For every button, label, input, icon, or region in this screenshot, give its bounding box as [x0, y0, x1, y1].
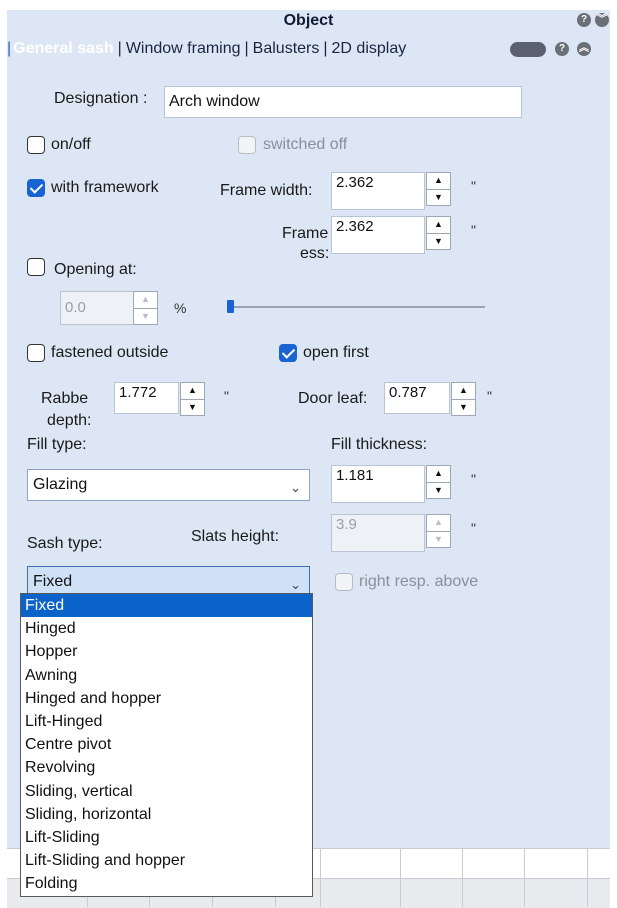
fill-type-label: Fill type:	[27, 436, 87, 453]
with-framework-label: with framework	[51, 179, 159, 196]
spin-down-icon[interactable]: ▼	[134, 309, 157, 325]
rabbet-depth-unit: "	[224, 388, 229, 404]
open-first-checkbox[interactable]	[279, 344, 297, 362]
fill-thickness-spinner[interactable]: ▲ ▼	[426, 465, 451, 499]
opening-at-label: Opening at:	[54, 261, 137, 278]
on-off-label: on/off	[51, 136, 91, 153]
frame-thickness-input[interactable]: 2.362	[331, 216, 425, 254]
frame-width-input[interactable]: 2.362	[331, 172, 425, 210]
frame-width-spinner[interactable]: ▲ ▼	[426, 172, 451, 206]
spin-down-icon[interactable]: ▼	[452, 400, 475, 416]
tab-window-framing[interactable]: Window framing	[126, 36, 241, 62]
sash-option-sliding-horizontal[interactable]: Sliding, horizontal	[21, 803, 312, 826]
frame-thickness-label: Frame	[282, 225, 329, 242]
sash-type-label: Sash type:	[27, 535, 103, 552]
chevron-down-icon: ⌄	[290, 480, 301, 495]
sash-type-dropdown: Fixed Hinged Hopper Awning Hinged and ho…	[20, 593, 313, 897]
spin-up-icon[interactable]: ▲	[427, 515, 450, 532]
rabbet-depth-spinner[interactable]: ▲ ▼	[180, 382, 205, 416]
fastened-outside-checkbox[interactable]	[27, 344, 45, 362]
spin-up-icon[interactable]: ▲	[134, 292, 157, 309]
open-first-label: open first	[303, 344, 369, 361]
switched-off-label: switched off	[263, 136, 348, 153]
fill-type-select[interactable]: Glazing ⌄	[27, 469, 310, 501]
frame-thickness-spinner[interactable]: ▲ ▼	[426, 216, 451, 250]
switched-off-checkbox[interactable]	[238, 136, 256, 154]
right-resp-above-label: right resp. above	[359, 573, 479, 590]
spin-down-icon[interactable]: ▼	[427, 483, 450, 499]
sash-option-hinged[interactable]: Hinged	[21, 617, 312, 640]
tab-2d-display[interactable]: 2D display	[332, 36, 407, 62]
opening-slider-thumb[interactable]	[227, 300, 234, 313]
sash-option-centre-pivot[interactable]: Centre pivot	[21, 733, 312, 756]
opening-percent-unit: %	[174, 300, 187, 316]
spin-up-icon[interactable]: ▲	[181, 383, 204, 400]
sash-type-value: Fixed	[33, 573, 73, 590]
designation-input[interactable]: Arch window	[164, 86, 522, 118]
sash-option-fixed[interactable]: Fixed	[21, 594, 312, 618]
frame-thickness-label-2: ess:	[300, 245, 330, 262]
opening-value-input[interactable]: 0.0	[60, 291, 134, 325]
spin-up-icon[interactable]: ▲	[452, 383, 475, 400]
rabbet-depth-label-2: depth:	[47, 412, 92, 429]
door-leaf-unit: "	[487, 388, 492, 404]
door-leaf-spinner[interactable]: ▲ ▼	[451, 382, 476, 416]
frame-thickness-unit: "	[471, 222, 476, 238]
sash-option-lift-sliding[interactable]: Lift-Sliding	[21, 826, 312, 849]
sash-option-folding[interactable]: Folding	[21, 872, 312, 895]
opening-slider-track[interactable]	[227, 306, 485, 308]
slats-height-spinner[interactable]: ▲ ▼	[426, 514, 451, 548]
designation-label: Designation :	[54, 90, 148, 107]
sash-option-awning[interactable]: Awning	[21, 664, 312, 687]
sash-option-lift-hinged[interactable]: Lift-Hinged	[21, 710, 312, 733]
tab-balusters[interactable]: Balusters	[253, 36, 320, 62]
opening-value-spinner[interactable]: ▲ ▼	[133, 291, 158, 325]
help-icon[interactable]: ?	[577, 13, 591, 27]
tab-scroll-arrows-icon[interactable]	[510, 42, 546, 57]
spin-up-icon[interactable]: ▲	[427, 466, 450, 483]
spin-down-icon[interactable]: ▼	[427, 234, 450, 250]
frame-width-unit: "	[471, 178, 476, 194]
sash-option-revolving[interactable]: Revolving	[21, 756, 312, 779]
expand-icon[interactable]: ︽	[577, 42, 591, 56]
fill-thickness-label: Fill thickness:	[331, 436, 428, 453]
panel-title: Object	[283, 12, 334, 29]
door-leaf-label: Door leaf:	[298, 390, 368, 407]
fastened-outside-label: fastened outside	[51, 344, 169, 361]
spin-down-icon[interactable]: ▼	[427, 532, 450, 548]
with-framework-checkbox[interactable]	[27, 179, 45, 197]
opening-at-checkbox[interactable]	[27, 258, 45, 276]
spin-down-icon[interactable]: ▼	[427, 190, 450, 206]
fill-thickness-input[interactable]: 1.181	[331, 465, 425, 503]
tab-general-sash[interactable]: General sash	[13, 36, 114, 62]
rabbet-depth-input[interactable]: 1.772	[114, 382, 179, 414]
sash-option-sliding-vertical[interactable]: Sliding, vertical	[21, 780, 312, 803]
on-off-checkbox[interactable]	[27, 136, 45, 154]
rabbet-depth-label: Rabbe	[41, 390, 89, 407]
slats-height-label: Slats height:	[191, 528, 280, 545]
sash-option-hopper[interactable]: Hopper	[21, 640, 312, 663]
fill-thickness-unit: "	[471, 471, 476, 487]
door-leaf-input[interactable]: 0.787	[384, 382, 450, 414]
fill-type-value: Glazing	[33, 476, 88, 493]
frame-width-label: Frame width:	[220, 182, 313, 199]
slats-height-unit: "	[471, 520, 476, 536]
spin-up-icon[interactable]: ▲	[427, 173, 450, 190]
slats-height-input[interactable]: 3.9	[331, 514, 425, 552]
spin-down-icon[interactable]: ▼	[181, 400, 204, 416]
sash-option-hinged-and-hopper[interactable]: Hinged and hopper	[21, 687, 312, 710]
help-icon-tabs[interactable]: ?	[555, 42, 569, 56]
collapse-icon[interactable]: ︾	[595, 13, 609, 27]
right-resp-above-checkbox[interactable]	[335, 573, 353, 591]
sash-option-lift-sliding-and-hopper[interactable]: Lift-Sliding and hopper	[21, 849, 312, 872]
spin-up-icon[interactable]: ▲	[427, 217, 450, 234]
